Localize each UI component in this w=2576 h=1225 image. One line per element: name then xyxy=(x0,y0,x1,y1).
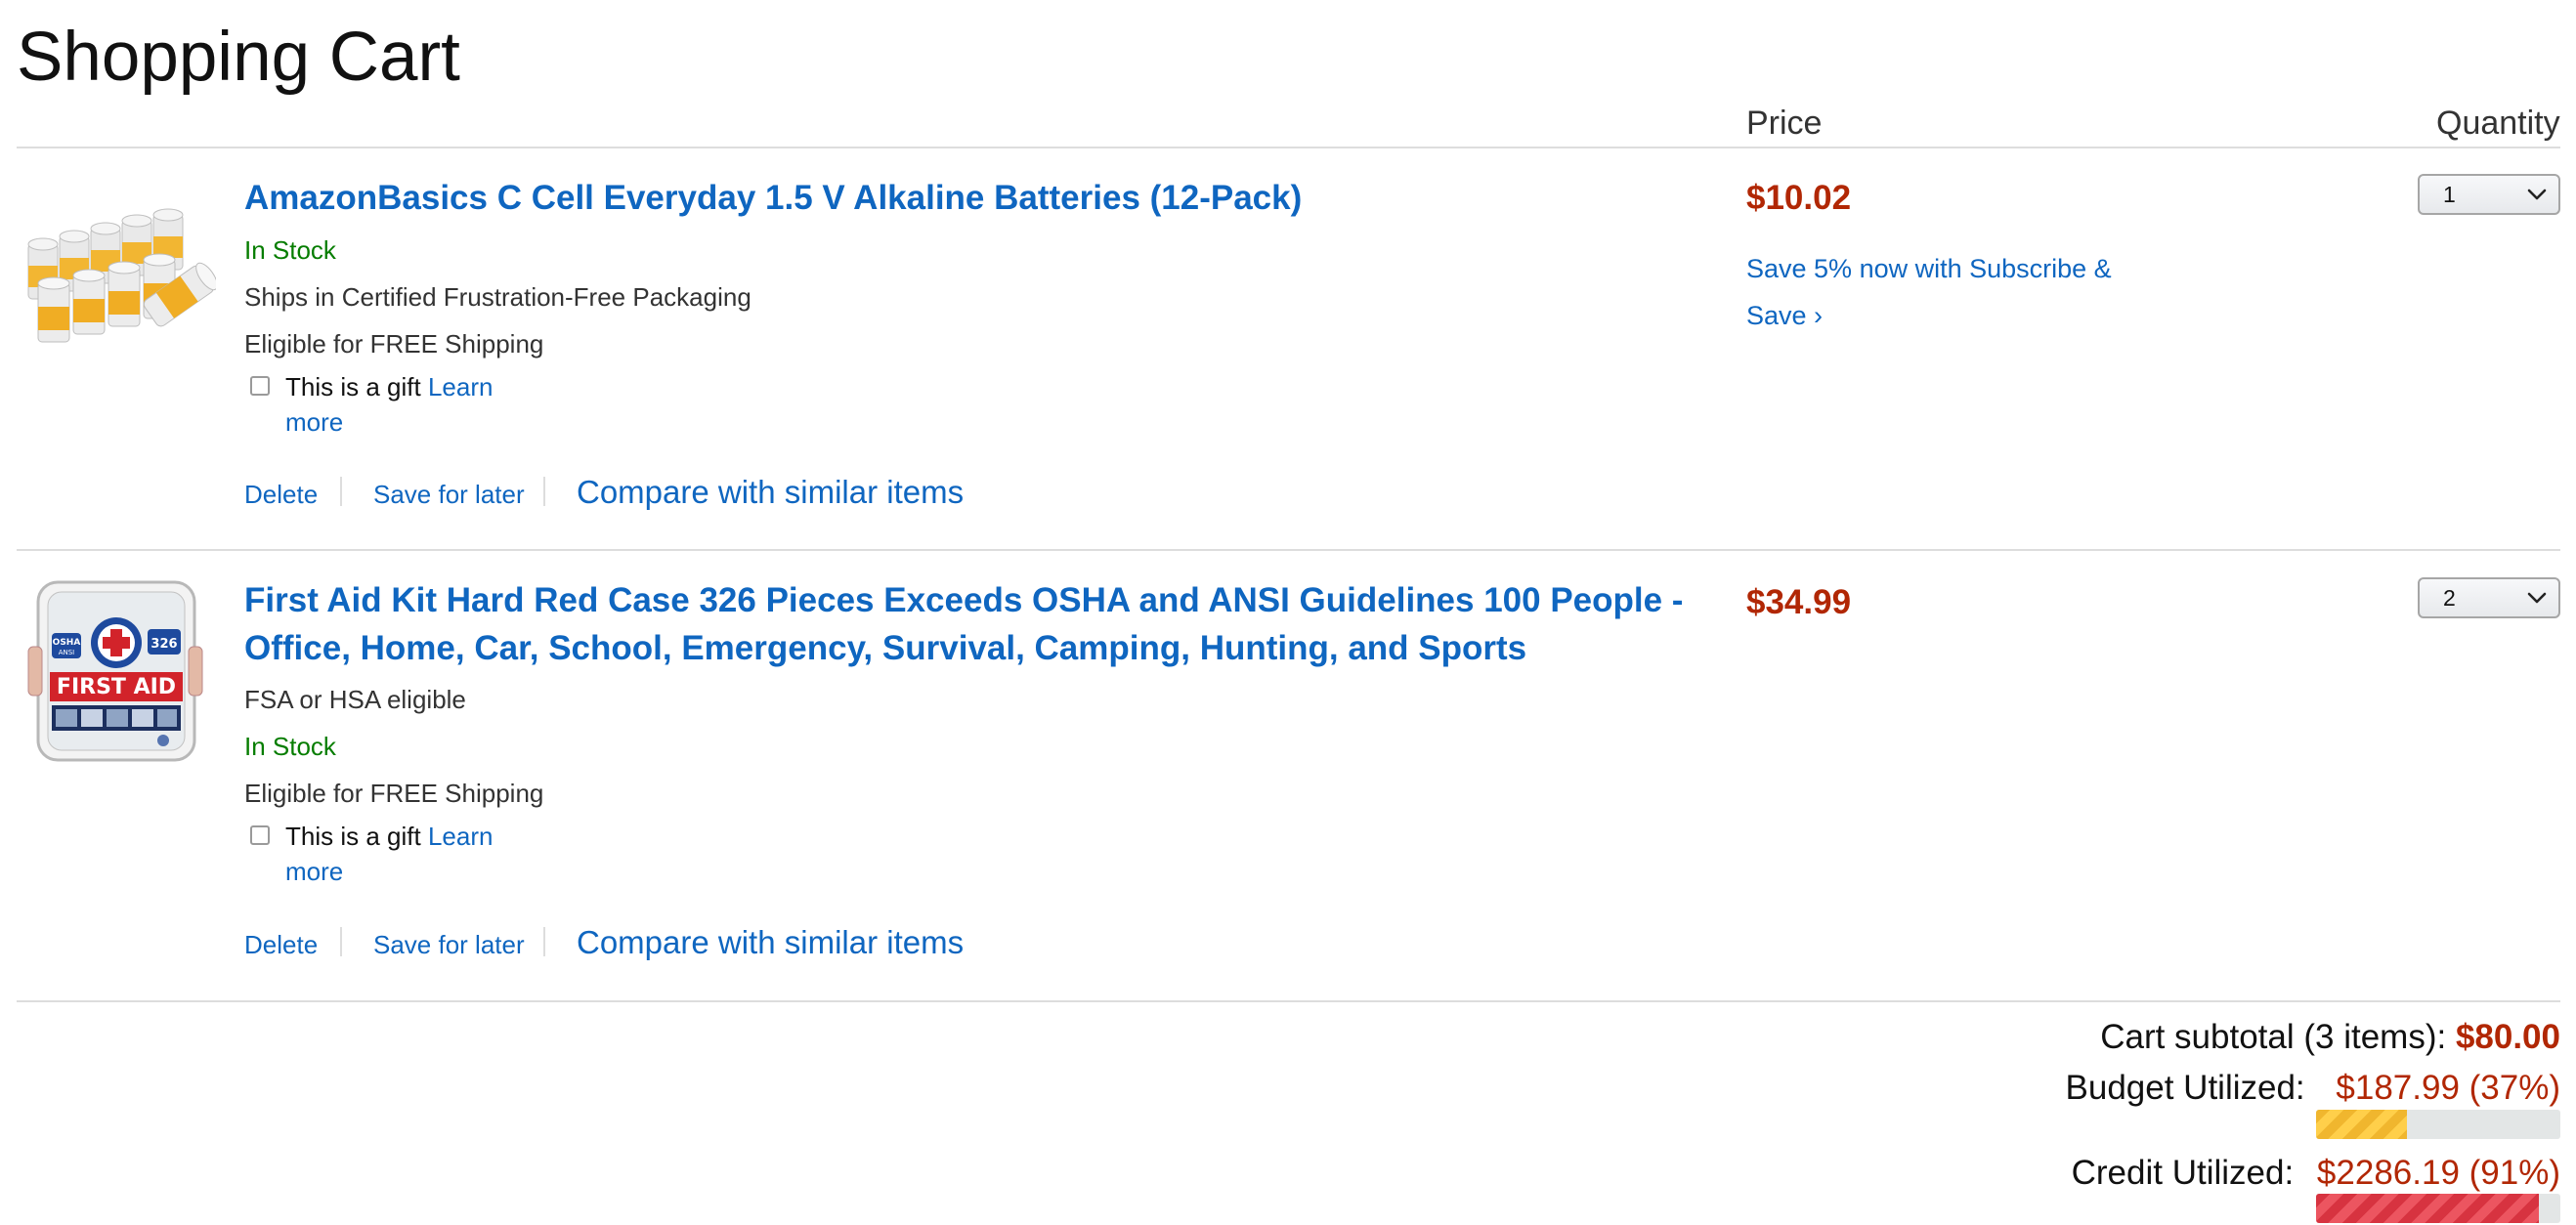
budget-label: Budget Utilized: xyxy=(2065,1069,2305,1107)
chevron-down-icon xyxy=(2527,592,2547,604)
budget-progress-fill xyxy=(2316,1110,2407,1139)
budget-progress-bar xyxy=(2316,1110,2560,1139)
subtotal-label: Cart subtotal (3 items): xyxy=(2100,1018,2447,1056)
action-divider xyxy=(340,927,342,956)
item-price: $10.02 xyxy=(1746,179,1852,217)
learn-more-link[interactable]: Learn xyxy=(428,372,494,401)
action-divider xyxy=(543,927,545,956)
gift-label: This is a gift xyxy=(285,822,421,851)
budget-utilized: Budget Utilized: $187.99 (37%) xyxy=(2066,1065,2560,1112)
credit-value: $2286.19 (91%) xyxy=(2316,1154,2560,1192)
batteries-product-image[interactable] xyxy=(17,186,218,371)
thumbnail-ansi-label: ANSI xyxy=(59,649,75,656)
batteries-icon xyxy=(17,186,218,371)
subscribe-and-save-link[interactable]: Save 5% now with Subscribe & Save › xyxy=(1746,245,2157,339)
free-shipping-note: Eligible for FREE Shipping xyxy=(244,779,544,808)
credit-label: Credit Utilized: xyxy=(2071,1154,2295,1192)
quantity-dropdown[interactable]: 1 xyxy=(2418,174,2560,215)
first-aid-kit-product-image[interactable]: OSHA ANSI 326 FIRST AID xyxy=(17,578,216,764)
stock-status: In Stock xyxy=(244,235,336,265)
price-column-header: Price xyxy=(1746,105,1823,142)
thumbnail-badge-label: 326 xyxy=(150,637,177,652)
action-divider xyxy=(340,477,342,506)
quantity-value: 1 xyxy=(2443,182,2456,207)
first-aid-kit-icon: OSHA ANSI 326 FIRST AID xyxy=(17,578,216,764)
quantity-value: 2 xyxy=(2443,585,2456,611)
cart-subtotal: Cart subtotal (3 items): $80.00 xyxy=(2100,1014,2560,1061)
subtotal-value: $80.00 xyxy=(2455,1018,2560,1056)
compare-similar-items-link[interactable]: Compare with similar items xyxy=(577,469,964,516)
quantity-column-header: Quantity xyxy=(2436,105,2560,142)
fsa-hsa-eligible-note: FSA or HSA eligible xyxy=(244,685,466,714)
item-price: $34.99 xyxy=(1746,583,1852,621)
credit-progress-fill xyxy=(2316,1194,2539,1223)
chevron-down-icon xyxy=(2527,189,2547,200)
credit-utilized: Credit Utilized: $2286.19 (91%) xyxy=(2072,1150,2560,1197)
compare-similar-items-link[interactable]: Compare with similar items xyxy=(577,919,964,966)
free-shipping-note: Eligible for FREE Shipping xyxy=(244,329,544,359)
credit-progress-bar xyxy=(2316,1194,2560,1223)
header-divider xyxy=(17,147,2560,148)
learn-more-link[interactable]: Learn xyxy=(428,822,494,851)
save-for-later-link[interactable]: Save for later xyxy=(373,471,525,518)
gift-checkbox[interactable] xyxy=(250,825,270,845)
items-end-divider xyxy=(17,1000,2560,1002)
save-for-later-link[interactable]: Save for later xyxy=(373,921,525,968)
stock-status: In Stock xyxy=(244,732,336,761)
subscribe-and-save-line-2: Save › xyxy=(1746,301,1824,330)
gift-checkbox[interactable] xyxy=(250,376,270,396)
delete-link[interactable]: Delete xyxy=(244,471,318,518)
product-title-link[interactable]: AmazonBasics C Cell Everyday 1.5 V Alkal… xyxy=(244,174,1730,222)
action-divider xyxy=(543,477,545,506)
subscribe-and-save-line-1: Save 5% now with Subscribe & xyxy=(1746,254,2112,283)
quantity-dropdown[interactable]: 2 xyxy=(2418,577,2560,618)
thumbnail-first-aid-banner: FIRST AID xyxy=(57,675,176,699)
item-divider xyxy=(17,549,2560,551)
thumbnail-osha-label: OSHA xyxy=(53,638,81,648)
page-title: Shopping Cart xyxy=(17,19,460,96)
shopping-cart-page: Shopping Cart Price Quantity AmazonBasic… xyxy=(0,0,2576,1225)
budget-value: $187.99 (37%) xyxy=(2336,1069,2560,1107)
delete-link[interactable]: Delete xyxy=(244,921,318,968)
learn-more-link-continued[interactable]: more xyxy=(285,404,343,440)
product-title-link[interactable]: First Aid Kit Hard Red Case 326 Pieces E… xyxy=(244,576,1730,672)
learn-more-link-continued[interactable]: more xyxy=(285,854,343,889)
gift-label: This is a gift xyxy=(285,372,421,401)
packaging-note: Ships in Certified Frustration-Free Pack… xyxy=(244,282,751,312)
